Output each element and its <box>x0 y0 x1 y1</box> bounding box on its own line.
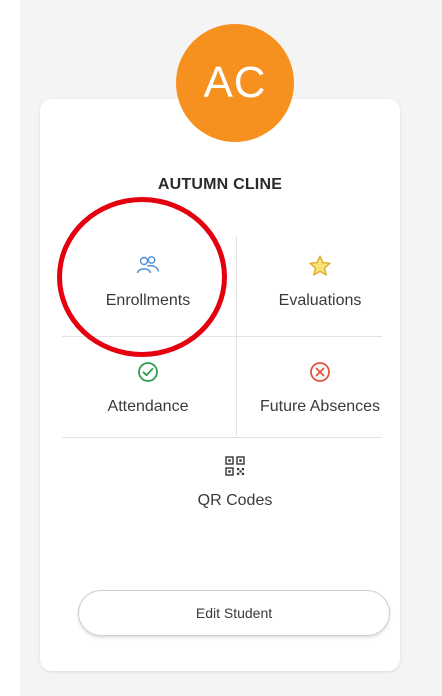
divider-horizontal-bottom <box>62 437 382 438</box>
tile-enrollments[interactable]: Enrollments <box>88 254 208 310</box>
divider-horizontal-middle <box>62 336 382 337</box>
tile-evaluations[interactable]: Evaluations <box>260 254 380 310</box>
star-icon <box>308 254 332 278</box>
tile-future-absences-label: Future Absences <box>259 398 381 415</box>
check-circle-icon <box>136 360 160 384</box>
tile-evaluations-label: Evaluations <box>278 292 362 309</box>
tile-enrollments-label: Enrollments <box>105 292 191 309</box>
qr-code-icon <box>223 454 247 478</box>
edit-student-button[interactable]: Edit Student <box>78 590 390 636</box>
tile-attendance-label: Attendance <box>107 398 189 415</box>
student-name: AUTUMN CLINE <box>157 176 283 193</box>
people-icon <box>136 254 160 278</box>
avatar-initials: AC <box>203 58 267 107</box>
tile-qr-codes[interactable]: QR Codes <box>175 454 295 510</box>
avatar: AC <box>176 24 294 142</box>
tile-attendance[interactable]: Attendance <box>88 360 208 416</box>
tile-qr-codes-label: QR Codes <box>197 492 273 509</box>
x-circle-icon <box>308 360 332 384</box>
tile-future-absences[interactable]: Future Absences <box>250 360 390 416</box>
